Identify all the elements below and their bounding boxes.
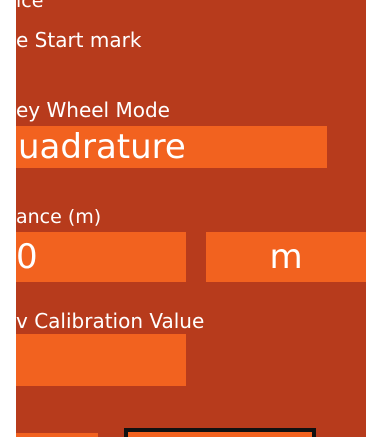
distance-input[interactable]: 0 bbox=[16, 232, 186, 282]
calibration-label: v Calibration Value bbox=[16, 309, 205, 333]
right-action-button[interactable] bbox=[124, 428, 316, 437]
wheel-mode-label: ey Wheel Mode bbox=[16, 98, 170, 122]
distance-unit-select[interactable]: m bbox=[206, 232, 366, 282]
settings-panel: ice e Start mark ey Wheel Mode uadrature… bbox=[16, 0, 366, 437]
wheel-mode-value: uadrature bbox=[18, 127, 186, 167]
wheel-mode-select[interactable]: uadrature bbox=[16, 126, 327, 168]
calibration-input[interactable] bbox=[16, 334, 186, 386]
top-cut-label: ice bbox=[16, 0, 44, 12]
distance-label: ance (m) bbox=[16, 206, 102, 228]
distance-value: 0 bbox=[16, 237, 38, 277]
start-mark-label: e Start mark bbox=[16, 28, 142, 52]
distance-unit-value: m bbox=[269, 237, 303, 277]
bottom-white-strip bbox=[16, 437, 366, 444]
